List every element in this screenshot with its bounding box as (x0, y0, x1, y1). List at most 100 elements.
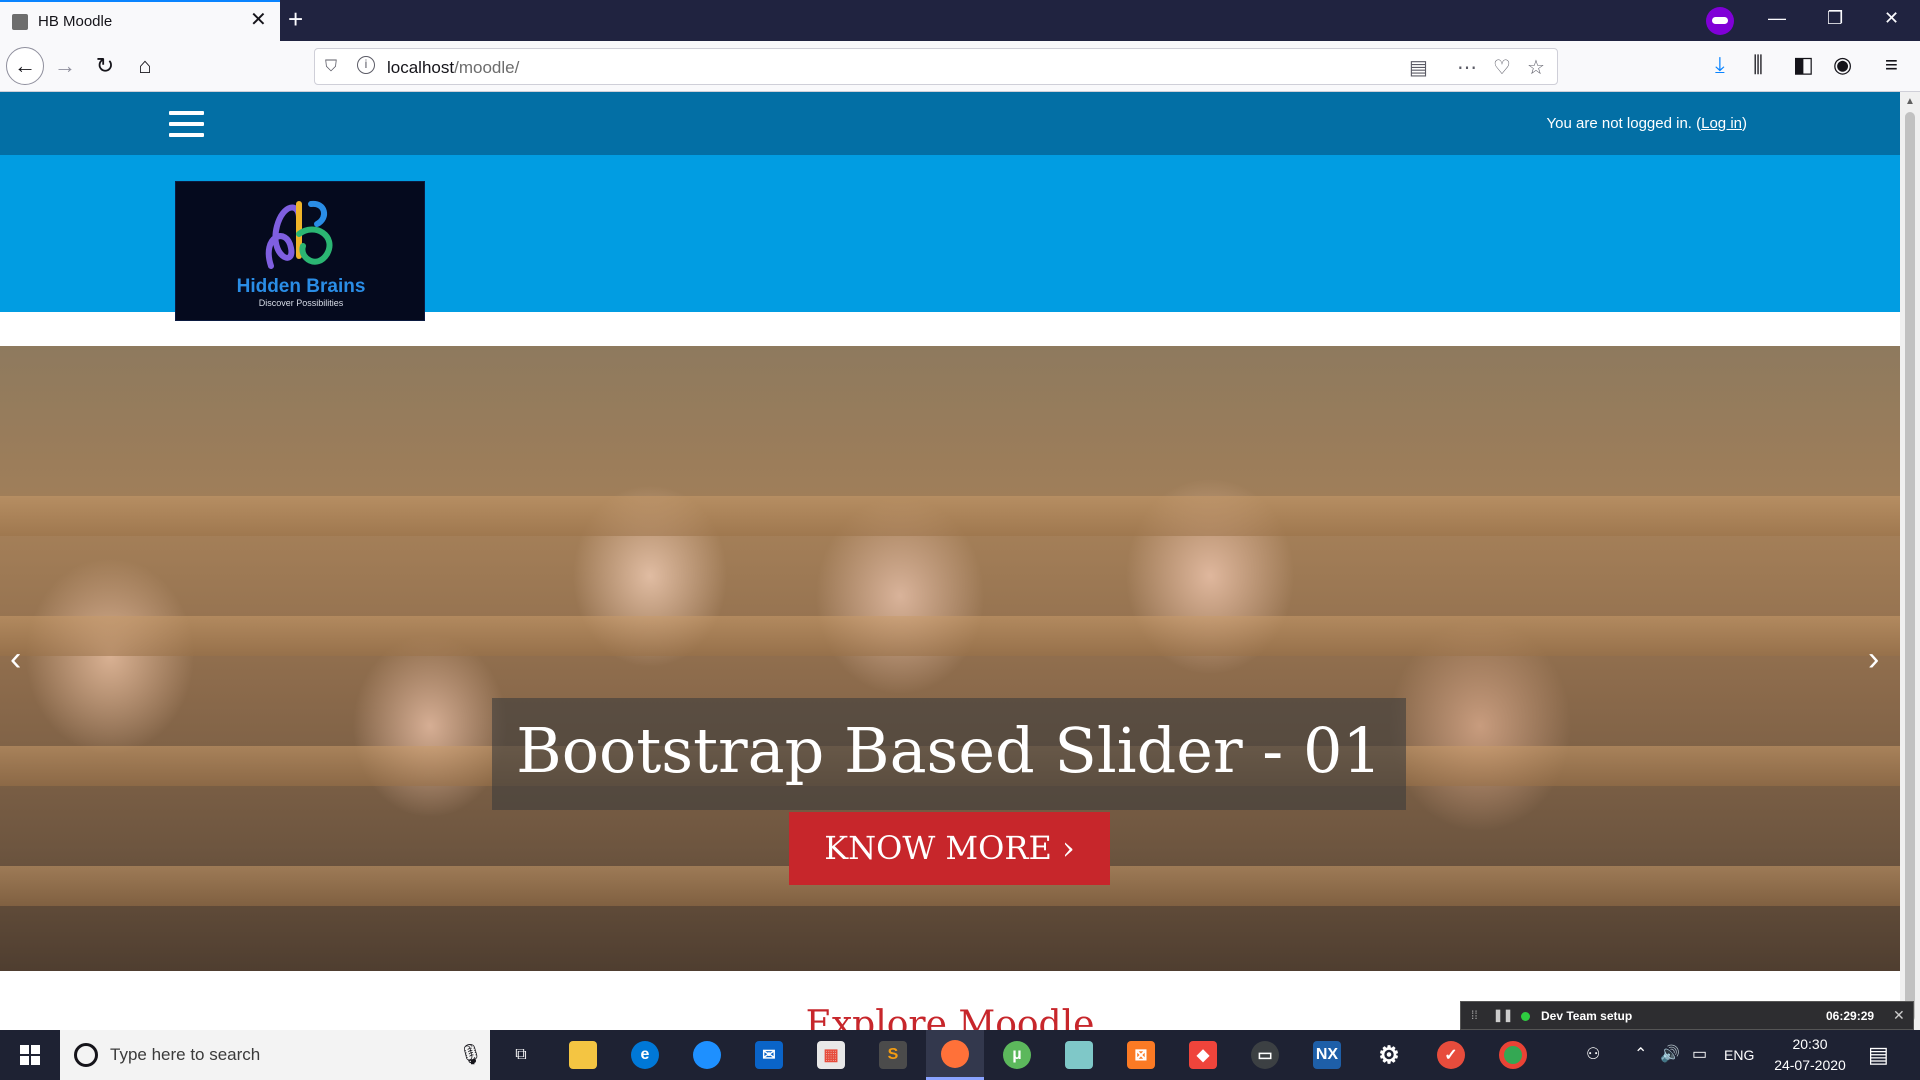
recording-timer: 06:29:29 (1826, 1009, 1875, 1023)
site-header: Hidden Brains Discover Possibilities (0, 155, 1900, 321)
scroll-up-icon[interactable]: ▲ (1905, 96, 1915, 107)
know-more-button[interactable]: KNOW MORE › (789, 812, 1110, 885)
home-button[interactable]: ⌂ (128, 49, 162, 83)
url-bar[interactable]: ⛉ i localhost/moodle/ ▤ ⋯ ♡ ☆ (314, 48, 1558, 85)
taskbar-store[interactable]: ▦ (802, 1030, 860, 1080)
login-status: You are not logged in. (Log in) (1547, 115, 1747, 132)
logo-name: Hidden Brains (236, 276, 366, 297)
taskbar-search-placeholder: Type here to search (110, 1045, 261, 1064)
slider-caption-title: Bootstrap Based Slider - 01 (516, 714, 1382, 787)
firefox-icon (941, 1039, 969, 1068)
site-topbar: You are not logged in. (Log in) (0, 92, 1900, 155)
slider-prev-icon[interactable]: ‹ (10, 642, 21, 676)
taskbar-search[interactable]: Type here to search 🎙 (60, 1030, 490, 1080)
forward-button[interactable]: → (48, 49, 82, 83)
notification-center-icon[interactable]: ▤ (1868, 1042, 1889, 1068)
page-scrollbar[interactable]: ▲ (1900, 92, 1920, 1030)
moodle-favicon-icon (12, 14, 28, 30)
nav-drawer-toggle[interactable] (169, 111, 204, 137)
taskbar-tasks[interactable]: ✓ (1422, 1030, 1480, 1080)
cortana-icon (74, 1043, 98, 1067)
browser-navigation-bar: ← → ↻ ⌂ ⛉ i localhost/moodle/ ▤ ⋯ ♡ ☆ ⤓ … (0, 41, 1920, 92)
taskbar-app-blue[interactable] (678, 1030, 736, 1080)
account-icon[interactable]: ◉ (1833, 53, 1852, 77)
chat-icon: ▭ (1251, 1041, 1279, 1069)
recording-widget: ⁞⁞ ❚❚ Dev Team setup 06:29:29 ✕ (1460, 1001, 1914, 1030)
slider-next-icon[interactable]: › (1868, 642, 1879, 676)
task-check-icon: ✓ (1437, 1041, 1465, 1069)
page-actions-icon[interactable]: ⋯ (1457, 55, 1477, 80)
reload-button[interactable]: ↻ (88, 49, 122, 83)
battery-icon[interactable]: ▭ (1692, 1044, 1707, 1064)
site-logo[interactable]: Hidden Brains Discover Possibilities (175, 181, 425, 321)
edge-icon: e (631, 1041, 659, 1069)
chrome-icon (1499, 1041, 1527, 1069)
taskbar-anydesk[interactable]: ◆ (1174, 1030, 1232, 1080)
restore-button[interactable]: ❐ (1827, 8, 1843, 28)
new-tab-button[interactable]: + (288, 6, 303, 32)
sublime-text-icon: S (879, 1041, 907, 1069)
mail-icon: ✉ (755, 1041, 783, 1069)
xampp-icon: ⊠ (1127, 1041, 1155, 1069)
page-viewport: You are not logged in. (Log in) Hidden B… (0, 92, 1900, 1030)
bookmark-star-icon[interactable]: ☆ (1527, 55, 1545, 80)
home-icon: ⌂ (138, 53, 152, 78)
minimize-button[interactable]: — (1768, 8, 1786, 28)
url-path: /moodle/ (454, 58, 520, 77)
library-icon[interactable]: ⫼ (1753, 53, 1763, 77)
taskbar-chat[interactable]: ▭ (1236, 1030, 1294, 1080)
tray-expand-icon[interactable]: ⌃ (1634, 1044, 1647, 1064)
downloads-icon[interactable]: ⤓ (1715, 53, 1725, 77)
slider-caption: Bootstrap Based Slider - 01 (492, 698, 1406, 810)
back-button[interactable]: ← (6, 47, 44, 85)
login-status-suffix: ) (1742, 115, 1747, 132)
pause-icon[interactable]: ❚❚ (1493, 1008, 1513, 1022)
start-button[interactable] (0, 1030, 60, 1080)
reader-view-icon[interactable]: ▤ (1409, 55, 1428, 80)
people-icon[interactable]: ⚇ (1586, 1044, 1600, 1064)
pocket-icon[interactable]: ♡ (1493, 55, 1511, 80)
login-link[interactable]: Log in (1701, 115, 1742, 132)
taskbar-firefox[interactable] (926, 1030, 984, 1080)
taskbar-app-teal[interactable] (1050, 1030, 1108, 1080)
store-icon: ▦ (817, 1041, 845, 1069)
browser-tab[interactable]: HB Moodle ✕ (0, 0, 280, 41)
url-text[interactable]: localhost/moodle/ (387, 58, 519, 78)
task-view-icon: ⧉ (515, 1046, 527, 1063)
arrow-right-icon: → (54, 53, 76, 78)
taskbar: Type here to search 🎙 ⧉ e ✉ ▦ S µ ⊠ ◆ ▭ … (0, 1030, 1920, 1080)
anydesk-icon: ◆ (1189, 1041, 1217, 1069)
menu-icon[interactable]: ≡ (1885, 53, 1898, 77)
taskbar-sublime[interactable]: S (864, 1030, 922, 1080)
window-close-button[interactable]: ✕ (1884, 8, 1899, 28)
clock-date[interactable]: 24-07-2020 (1770, 1057, 1850, 1073)
taskbar-settings[interactable]: ⚙ (1360, 1030, 1418, 1080)
site-info-icon[interactable]: i (357, 56, 375, 74)
language-indicator[interactable]: ENG (1724, 1047, 1754, 1063)
logo-tagline: Discover Possibilities (258, 298, 344, 308)
taskbar-nx[interactable]: NX (1298, 1030, 1356, 1080)
clock-time[interactable]: 20:30 (1770, 1036, 1850, 1052)
taskbar-mail[interactable]: ✉ (740, 1030, 798, 1080)
taskbar-xampp[interactable]: ⊠ (1112, 1030, 1170, 1080)
nx-icon: NX (1313, 1041, 1341, 1069)
tracking-shield-icon[interactable]: ⛉ (325, 58, 337, 76)
microphone-icon[interactable]: 🎙 (458, 1042, 483, 1067)
scrollbar-thumb[interactable] (1905, 112, 1915, 1022)
drag-handle-icon[interactable]: ⁞⁞ (1471, 1008, 1478, 1022)
volume-icon[interactable]: 🔊 (1660, 1044, 1680, 1064)
sidebar-icon[interactable]: ◧ (1793, 53, 1814, 77)
slider-photo-detail (0, 616, 1900, 656)
taskbar-chrome[interactable] (1484, 1030, 1542, 1080)
arrow-left-icon: ← (14, 53, 36, 78)
taskbar-edge[interactable]: e (616, 1030, 674, 1080)
tab-close-icon[interactable]: ✕ (250, 10, 267, 30)
recording-close-icon[interactable]: ✕ (1893, 1007, 1905, 1024)
utorrent-icon: µ (1003, 1041, 1031, 1069)
slider-photo-detail (0, 496, 1900, 536)
taskbar-file-explorer[interactable] (554, 1030, 612, 1080)
task-view-button[interactable]: ⧉ (492, 1030, 550, 1080)
taskbar-utorrent[interactable]: µ (988, 1030, 1046, 1080)
sync-app-icon (693, 1041, 721, 1069)
hidden-brains-logo-icon (265, 200, 333, 269)
